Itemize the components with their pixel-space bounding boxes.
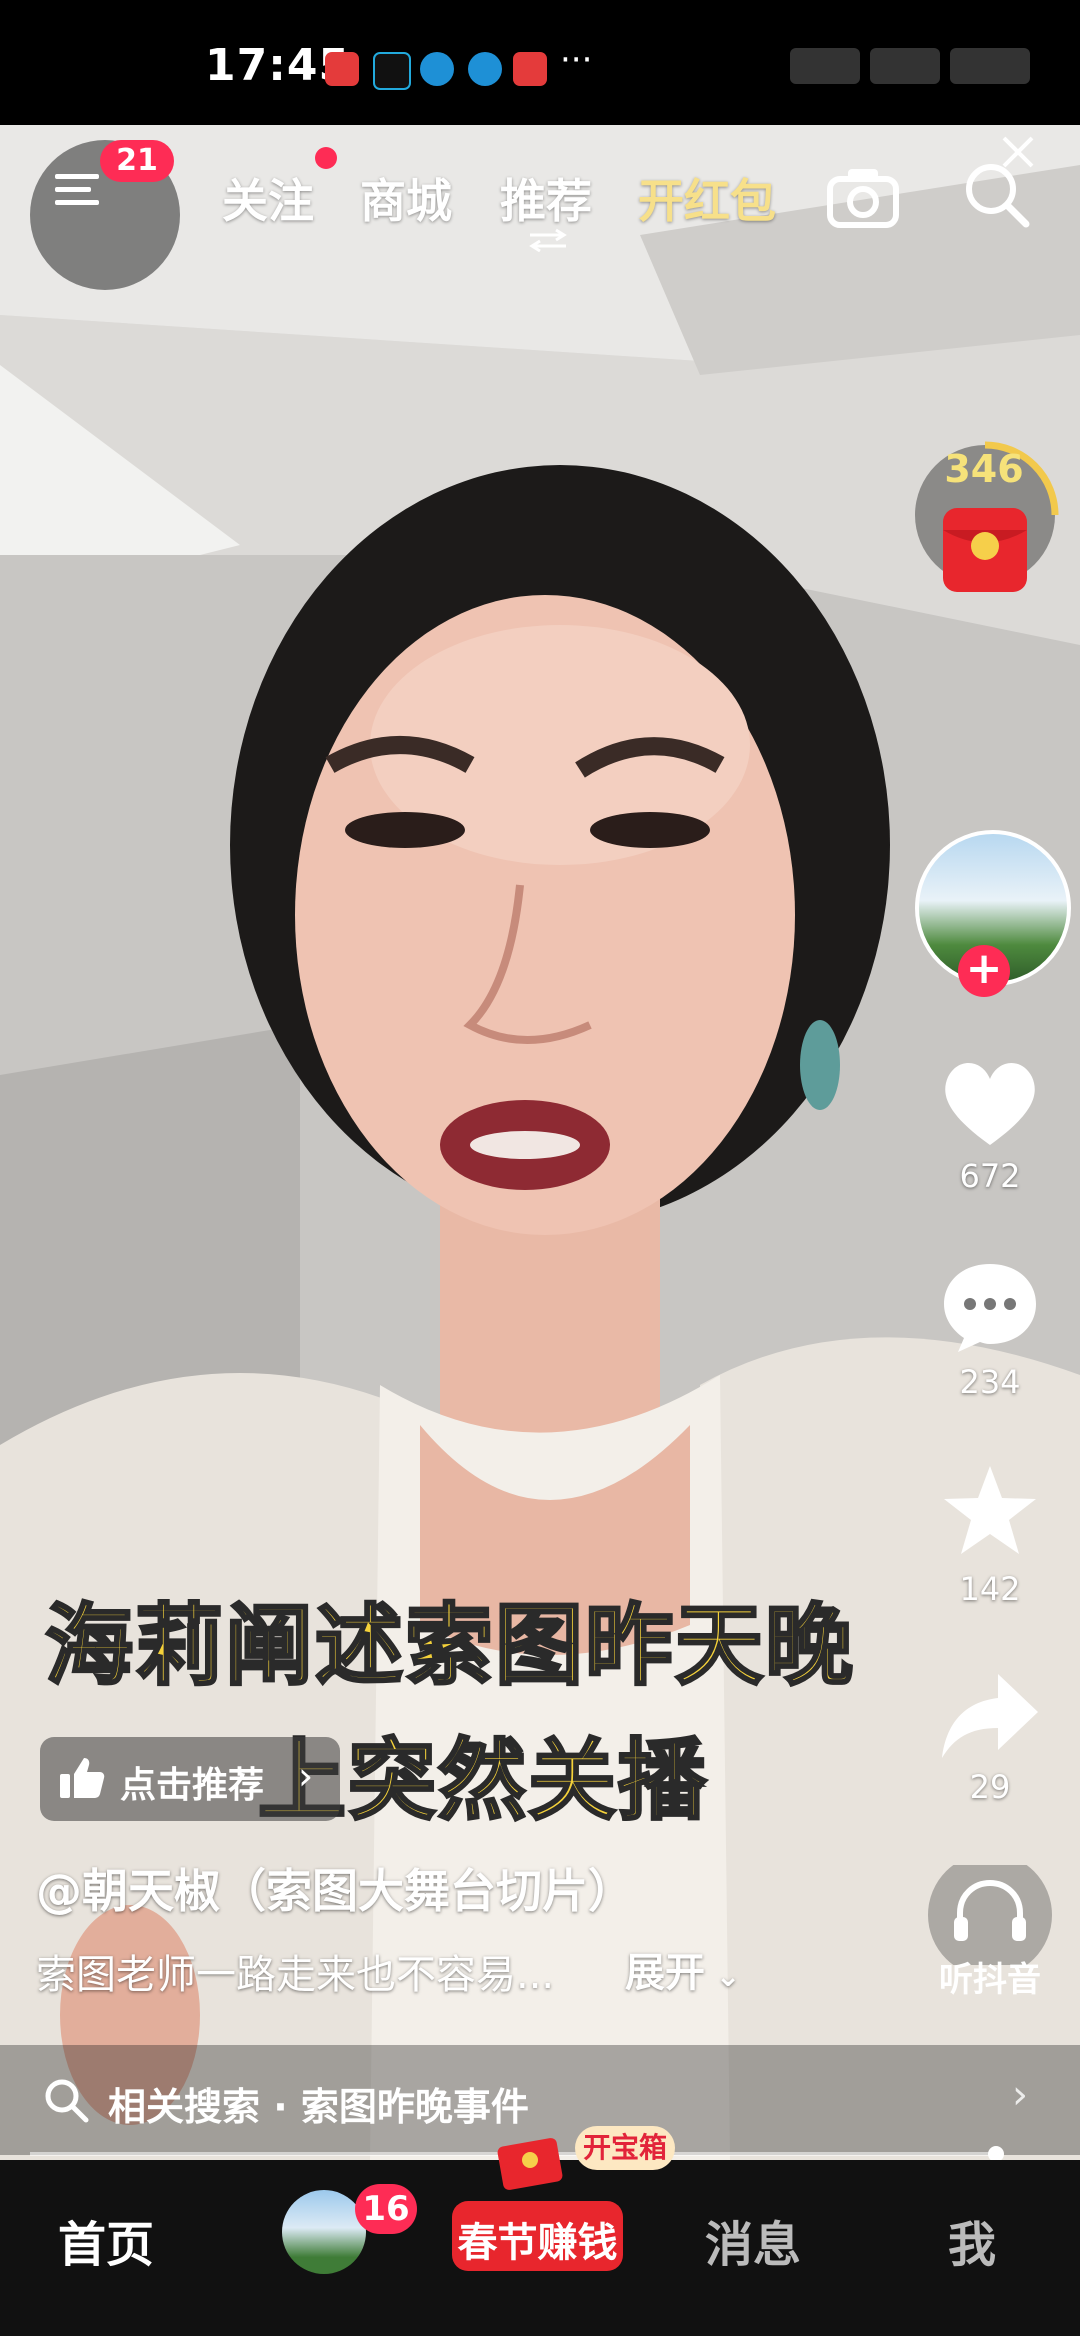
share-arrow-icon[interactable] [938,1668,1042,1764]
favorite-count: 142 [959,1570,1021,1608]
search-icon [45,2079,89,2123]
expand-label: 展开 [625,1950,705,1996]
browser-notification-icon [420,52,454,86]
chevron-right-icon: › [1012,2072,1028,2118]
chevron-down-icon: ⌄ [705,1959,741,1994]
menu-notification-badge: 21 [100,140,174,182]
video-caption-line-1: 海莉阐述索图昨天晚 [43,1593,856,1699]
headphones-icon[interactable] [920,1865,1060,1965]
related-search-label: 相关搜索 · 索图昨晚事件 [108,2085,529,2129]
follow-new-dot [315,147,337,169]
expand-description-button[interactable]: 展开 ⌄ [625,1940,741,1998]
red-packet-count: 346 [944,447,1024,491]
like-heart-icon[interactable] [938,1055,1042,1151]
friends-badge: 16 [355,2184,417,2234]
thumbs-up-icon [60,1758,105,1798]
chevron-right-icon: › [298,1754,314,1798]
nav-messages[interactable]: 消息 [705,2205,801,2275]
comment-count: 234 [959,1363,1021,1401]
share-count: 29 [969,1768,1011,1806]
favorite-star-icon[interactable] [938,1462,1042,1558]
video-description[interactable]: 索图老师一路走来也不容易... [36,1942,554,2000]
festival-earn-label: 春节赚钱 [457,2220,618,2266]
tab-recommend[interactable]: 推荐 [500,165,592,231]
follow-plus-button[interactable]: + [958,945,1010,997]
close-icon[interactable] [998,132,1038,172]
system-status-icons [790,48,1040,84]
browser-notification-icon-2 [468,52,502,86]
tab-follow[interactable]: 关注 [222,165,314,231]
notification-app-icon [325,52,359,86]
tab-mall[interactable]: 商城 [360,165,452,231]
tiktok-notification-icon [373,52,411,90]
listen-douyin-label[interactable]: 听抖音 [918,1952,1062,2001]
recommend-label: 点击推荐 [120,1765,265,1806]
like-count: 672 [959,1157,1021,1195]
author-name[interactable]: @朝天椒（索图大舞台切片） [36,1855,634,1921]
camera-icon[interactable] [826,165,900,229]
comment-icon[interactable] [938,1258,1042,1354]
treasure-chest-badge[interactable]: 开宝箱 [575,2126,675,2170]
nav-friends-avatar[interactable] [282,2190,366,2274]
nav-home[interactable]: 首页 [58,2205,154,2275]
notification-app-icon-2 [513,52,547,86]
menu-icon [55,174,99,205]
tab-red-packet[interactable]: 开红包 [638,165,776,231]
switch-feed-icon[interactable] [526,228,570,252]
more-notifications-icon: ··· [560,40,593,80]
red-packet-icon[interactable] [933,500,1037,600]
nav-me[interactable]: 我 [948,2205,996,2275]
